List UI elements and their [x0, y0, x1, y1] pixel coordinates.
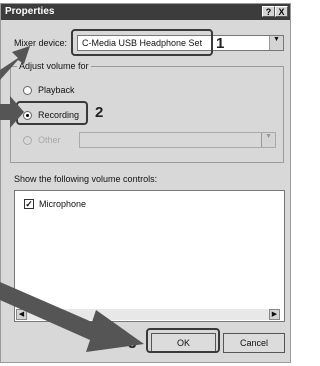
arrow-2-icon [0, 96, 24, 128]
arrow-1-icon [0, 46, 30, 80]
annotation-arrows [0, 46, 144, 352]
arrow-3-icon [0, 282, 144, 352]
